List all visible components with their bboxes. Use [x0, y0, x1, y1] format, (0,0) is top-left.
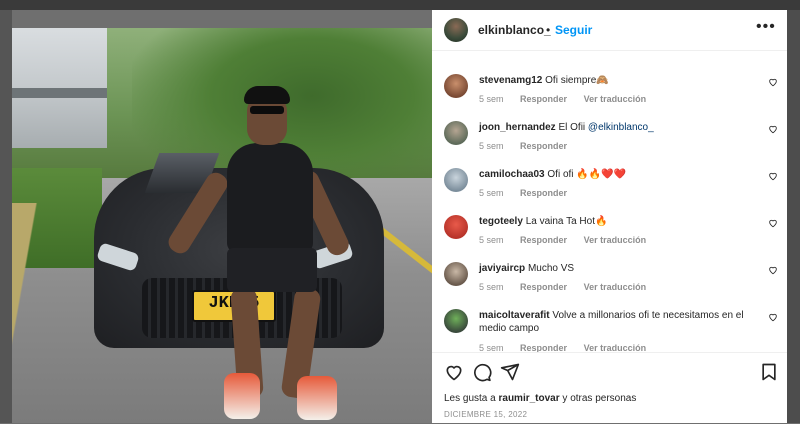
translate-button[interactable]: Ver traducción: [584, 94, 647, 104]
follow-button[interactable]: Seguir: [555, 23, 592, 37]
comment-icon[interactable]: [472, 362, 492, 382]
comment-mention[interactable]: @elkinblanco_: [588, 122, 654, 133]
comment-body: Ofi ofi 🔥🔥❤️❤️: [547, 169, 627, 180]
commenter-avatar[interactable]: [444, 168, 468, 192]
photo-shorts: [227, 248, 317, 292]
commenter-username[interactable]: tegoteely: [479, 216, 523, 227]
separator-dot: •: [546, 23, 551, 37]
author-avatar[interactable]: [444, 18, 468, 42]
commenter-avatar[interactable]: [444, 215, 468, 239]
commenter-avatar[interactable]: [444, 309, 468, 333]
comment-like-icon[interactable]: [768, 265, 778, 275]
comment-text: stevenamg12 Ofi siempre🙈: [479, 74, 751, 87]
photo-person: [227, 143, 313, 253]
heart-icon[interactable]: [444, 362, 464, 382]
photo-cap: [244, 86, 290, 104]
post-actions: Les gusta a raumir_tovar y otras persona…: [432, 352, 787, 424]
comment-text: tegoteely La vaina Ta Hot🔥: [479, 215, 751, 228]
commenter-avatar[interactable]: [444, 74, 468, 98]
comment-text: joon_hernandez El Ofii @elkinblanco_: [479, 121, 751, 134]
comment-like-icon[interactable]: [768, 124, 778, 134]
comment-meta: 5 sem Responder: [479, 188, 581, 198]
post-side-panel: elkinblanco_ • Seguir ••• stevenamg12 Of…: [432, 10, 787, 423]
commenter-username[interactable]: camilochaa03: [479, 169, 545, 180]
likes-user[interactable]: raumir_tovar: [499, 393, 560, 404]
translate-button[interactable]: Ver traducción: [584, 235, 647, 245]
translate-button[interactable]: Ver traducción: [584, 282, 647, 292]
backdrop-top: [0, 0, 800, 10]
reply-button[interactable]: Responder: [520, 141, 567, 151]
photo-building-stripe: [12, 88, 107, 98]
commenter-avatar[interactable]: [444, 262, 468, 286]
backdrop-right: [786, 10, 800, 423]
comment-meta: 5 sem Responder Ver traducción: [479, 282, 660, 292]
likes-prefix: Les gusta a: [444, 393, 496, 404]
comment-body: El Ofii: [558, 122, 586, 133]
comment-time: 5 sem: [479, 282, 504, 292]
comment-time: 5 sem: [479, 94, 504, 104]
backdrop-left: [0, 10, 12, 423]
comment-text: javiyaircp Mucho VS: [479, 262, 751, 275]
post-photo[interactable]: JKN-5: [12, 28, 432, 423]
likes-suffix[interactable]: y otras personas: [562, 393, 636, 404]
comment-like-icon[interactable]: [768, 171, 778, 181]
comment-meta: 5 sem Responder Ver traducción: [479, 94, 660, 104]
comment-like-icon[interactable]: [768, 218, 778, 228]
comment-text: camilochaa03 Ofi ofi 🔥🔥❤️❤️: [479, 168, 751, 181]
reply-button[interactable]: Responder: [520, 188, 567, 198]
comment-time: 5 sem: [479, 141, 504, 151]
reply-button[interactable]: Responder: [520, 235, 567, 245]
likes-summary: Les gusta a raumir_tovar y otras persona…: [444, 393, 636, 404]
commenter-username[interactable]: stevenamg12: [479, 75, 542, 86]
send-icon[interactable]: [500, 362, 520, 382]
comment-body: Ofi siempre🙈: [545, 75, 609, 86]
commenter-username[interactable]: maicoltaverafit: [479, 310, 550, 321]
more-icon[interactable]: •••: [756, 18, 776, 36]
commenter-username[interactable]: javiyaircp: [479, 263, 525, 274]
commenter-username[interactable]: joon_hernandez: [479, 122, 556, 133]
comment-meta: 5 sem Responder: [479, 141, 581, 151]
comment-meta: 5 sem Responder Ver traducción: [479, 235, 660, 245]
photo-sunglasses: [250, 106, 284, 114]
photo-shoe-left: [224, 373, 260, 419]
comment-like-icon[interactable]: [768, 77, 778, 87]
post-header: elkinblanco_ • Seguir •••: [432, 10, 787, 51]
post-date[interactable]: DICIEMBRE 15, 2022: [444, 410, 527, 419]
comment-time: 5 sem: [479, 188, 504, 198]
photo-shoe-right: [297, 376, 337, 420]
bookmark-icon[interactable]: [759, 362, 779, 382]
author-username[interactable]: elkinblanco_: [478, 23, 551, 37]
reply-button[interactable]: Responder: [520, 282, 567, 292]
comment-body: La vaina Ta Hot🔥: [525, 216, 608, 227]
comment-body: Mucho VS: [527, 263, 575, 274]
reply-button[interactable]: Responder: [520, 94, 567, 104]
comment-time: 5 sem: [479, 235, 504, 245]
commenter-avatar[interactable]: [444, 121, 468, 145]
comment-like-icon[interactable]: [768, 312, 778, 322]
comment-text: maicoltaverafit Volve a millonarios ofi …: [479, 309, 751, 335]
